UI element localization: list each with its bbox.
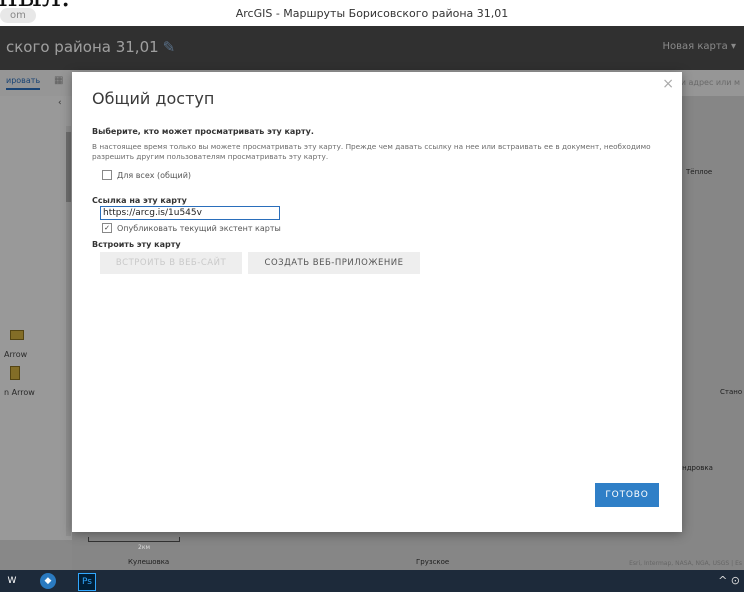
create-web-app-button[interactable]: СОЗДАТЬ ВЕБ-ПРИЛОЖЕНИЕ <box>248 252 420 274</box>
sharing-description: В настоящее время только вы можете просм… <box>92 142 651 161</box>
taskbar: W ◆ Ps ^ ⊙ <box>0 570 744 592</box>
scale-bar <box>88 537 180 542</box>
everyone-checkbox[interactable] <box>102 170 112 180</box>
who-can-view-heading: Выберите, кто может просматривать эту ка… <box>92 127 314 136</box>
everyone-checkbox-row[interactable]: Для всех (общий) <box>102 170 191 180</box>
window-title: ArcGIS - Маршруты Борисовского района 31… <box>235 7 509 20</box>
scale-label: 2км <box>138 544 150 551</box>
share-dialog: × Общий доступ Выберите, кто может просм… <box>72 72 682 532</box>
close-icon[interactable]: × <box>662 76 674 92</box>
share-link-field[interactable] <box>100 206 280 220</box>
system-tray[interactable]: ^ ⊙ <box>718 574 740 587</box>
map-attribution: Esri, Intermap, NASA, NGA, USGS | Es <box>629 560 742 567</box>
browser-title-bar: ныл. om ArcGIS - Маршруты Борисовского р… <box>0 0 744 26</box>
done-button[interactable]: ГОТОВО <box>595 483 659 507</box>
dialog-title: Общий доступ <box>92 89 215 108</box>
photoshop-icon[interactable]: Ps <box>78 573 96 591</box>
embed-heading: Встроить эту карту <box>92 240 181 249</box>
publish-extent-checkbox[interactable]: ✓ <box>102 223 112 233</box>
app-icon[interactable]: ◆ <box>40 573 56 589</box>
everyone-label: Для всех (общий) <box>117 170 192 180</box>
publish-extent-label: Опубликовать текущий экстент карты <box>117 223 281 233</box>
embed-website-button[interactable]: ВСТРОИТЬ В ВЕБ-САЙТ <box>100 252 242 274</box>
word-icon[interactable]: W <box>4 573 20 589</box>
publish-extent-row[interactable]: ✓ Опубликовать текущий экстент карты <box>102 223 281 233</box>
link-heading: Ссылка на эту карту <box>92 196 187 205</box>
